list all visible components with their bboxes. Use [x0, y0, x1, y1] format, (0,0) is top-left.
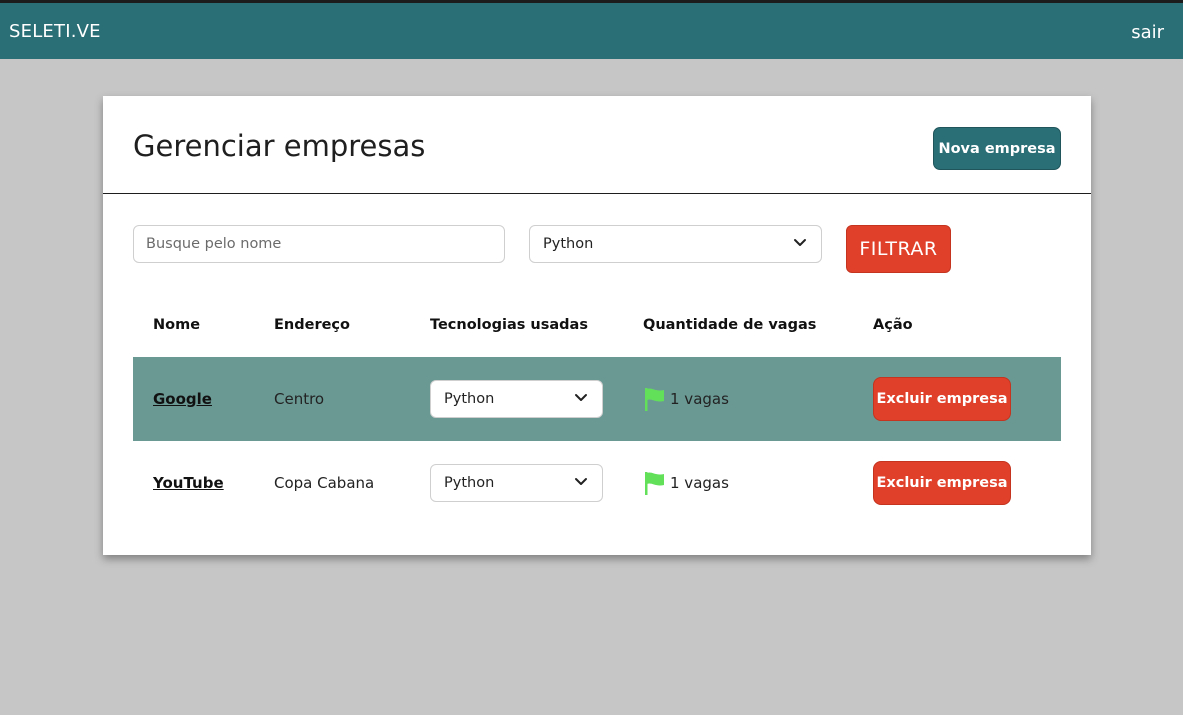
new-company-button[interactable]: Nova empresa [933, 127, 1061, 170]
filter-button[interactable]: FILTRAR [846, 225, 951, 273]
company-name-link[interactable]: YouTube [153, 474, 224, 492]
technology-select-value: Python [444, 391, 495, 407]
column-header-name: Nome [153, 317, 201, 333]
app-brand[interactable]: SELETI.VE [9, 21, 101, 42]
search-input[interactable] [133, 225, 505, 263]
technology-filter-select[interactable]: Python [529, 225, 822, 263]
top-navbar: SELETI.VE sair [0, 0, 1183, 59]
table-row: YouTube Copa Cabana Python 1 vagas Exclu… [133, 441, 1061, 525]
column-header-technologies: Tecnologias usadas [430, 317, 588, 333]
column-header-action: Ação [873, 317, 913, 333]
technology-select[interactable]: Python [430, 464, 603, 502]
chevron-down-icon [794, 239, 806, 246]
delete-company-button[interactable]: Excluir empresa [873, 461, 1011, 505]
flag-icon [645, 472, 664, 495]
page-title: Gerenciar empresas [133, 129, 426, 163]
table-row: Google Centro Python 1 vagas Excluir emp… [133, 357, 1061, 441]
flag-icon [645, 388, 664, 411]
company-name-link[interactable]: Google [153, 390, 212, 408]
vacancies-count: 1 vagas [670, 474, 729, 492]
companies-card: Gerenciar empresas Nova empresa Python F… [103, 96, 1091, 555]
column-header-vacancies: Quantidade de vagas [643, 317, 817, 333]
technology-select-value: Python [444, 475, 495, 491]
chevron-down-icon [575, 394, 587, 401]
column-header-address: Endereço [274, 317, 350, 333]
delete-company-button[interactable]: Excluir empresa [873, 377, 1011, 421]
card-header: Gerenciar empresas Nova empresa [103, 96, 1091, 194]
vacancies-count: 1 vagas [670, 390, 729, 408]
technology-filter-value: Python [543, 236, 594, 252]
chevron-down-icon [575, 478, 587, 485]
technology-select[interactable]: Python [430, 380, 603, 418]
company-address: Centro [274, 390, 325, 408]
company-address: Copa Cabana [274, 474, 375, 492]
logout-link[interactable]: sair [1131, 22, 1164, 43]
